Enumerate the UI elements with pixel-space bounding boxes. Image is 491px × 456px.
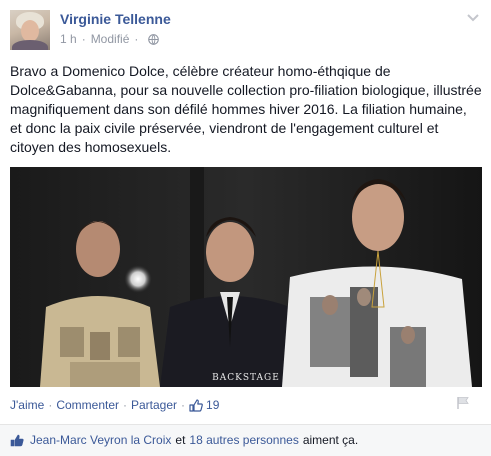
post-timestamp[interactable]: 1 h <box>60 32 77 46</box>
runway-photo-illustration <box>10 167 482 387</box>
share-link[interactable]: Partager <box>131 398 177 412</box>
likes-summary: Jean-Marc Veyron la Croix et 18 autres p… <box>10 433 362 447</box>
action-dot: · <box>48 398 53 412</box>
liker-name-link[interactable]: Jean-Marc Veyron la Croix <box>30 433 171 447</box>
chevron-down-icon[interactable] <box>466 13 480 23</box>
likes-suffix-text: aiment ça. <box>302 433 359 447</box>
globe-icon[interactable] <box>148 33 160 45</box>
thumbs-up-icon <box>189 398 203 412</box>
meta-separator: · <box>81 32 86 46</box>
like-count[interactable]: 19 <box>189 398 219 412</box>
avatar-shoulders <box>12 40 48 50</box>
post-actions: J'aime · Commenter · Partager · 19 <box>10 398 482 412</box>
avatar-face <box>21 20 39 42</box>
comment-link[interactable]: Commenter <box>56 398 119 412</box>
like-link[interactable]: J'aime <box>10 398 44 412</box>
post-message: Bravo a Domenico Dolce, célèbre créateur… <box>10 63 482 155</box>
like-count-value: 19 <box>206 398 220 412</box>
image-watermark: BACKSTAGE <box>212 373 280 383</box>
likes-summary-bar: Jean-Marc Veyron la Croix et 18 autres p… <box>0 424 491 456</box>
thumbs-up-icon <box>10 434 24 446</box>
post-meta: 1 h · Modifié · <box>60 32 160 46</box>
meta-separator-2: · <box>134 32 139 46</box>
action-dot-3: · <box>181 398 186 412</box>
flag-icon[interactable] <box>456 396 470 410</box>
post-photo[interactable]: BACKSTAGE <box>10 167 482 387</box>
author-name[interactable]: Virginie Tellenne <box>60 11 171 27</box>
edited-label[interactable]: Modifié <box>91 32 130 46</box>
likes-and-text: et <box>175 433 186 447</box>
action-dot-2: · <box>123 398 127 412</box>
facebook-post: Virginie Tellenne 1 h · Modifié · Bravo … <box>0 0 491 456</box>
other-likers-link[interactable]: 18 autres personnes <box>189 433 298 447</box>
author-avatar[interactable] <box>10 10 50 50</box>
